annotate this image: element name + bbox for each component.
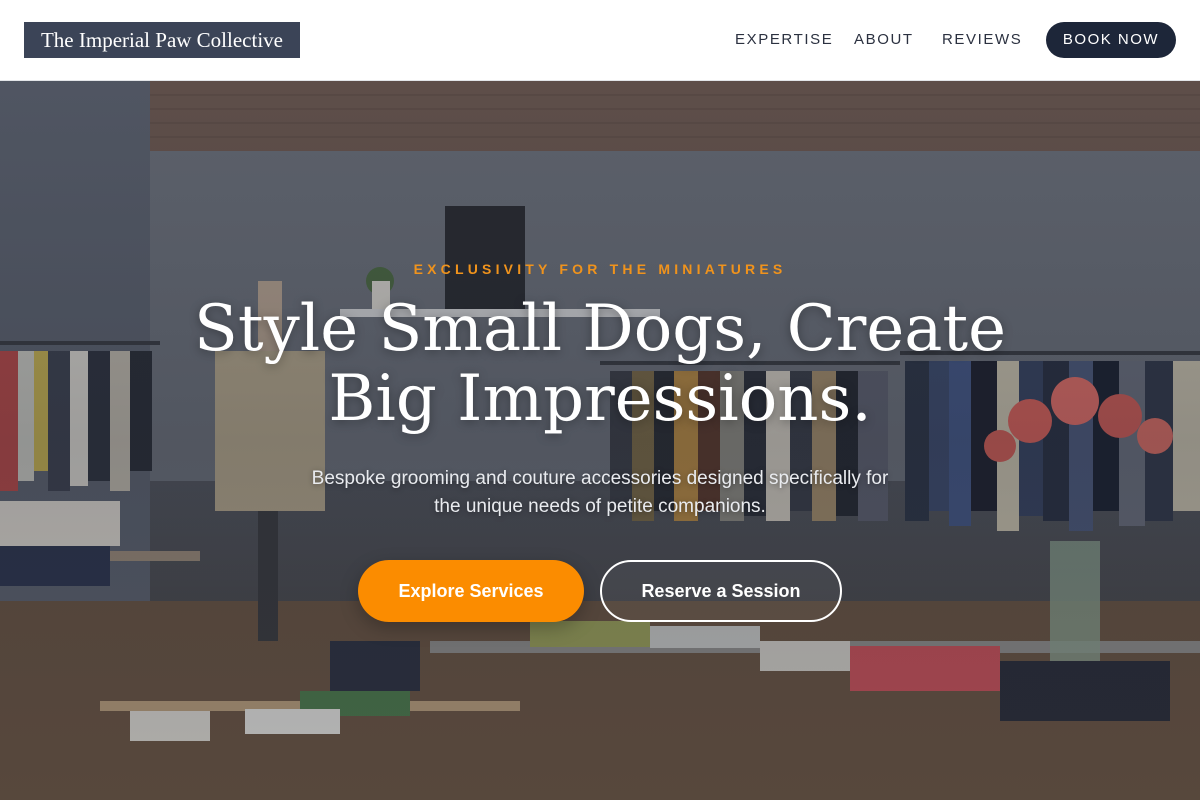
site-header: The Imperial Paw Collective EXPERTISE AB… xyxy=(0,0,1200,81)
hero-subtitle-line1: Bespoke grooming and couture accessories… xyxy=(311,468,889,489)
brand-logo[interactable]: The Imperial Paw Collective xyxy=(24,22,300,58)
book-now-button[interactable]: BOOK NOW xyxy=(1046,22,1176,58)
hero-subtitle: Bespoke grooming and couture accessories… xyxy=(250,465,950,521)
hero-subtitle-line2: the unique needs of petite companions. xyxy=(434,496,766,517)
hero-section: EXCLUSIVITY FOR THE MINIATURES Style Sma… xyxy=(0,81,1200,800)
hero-headline-line2: Big Impressions. xyxy=(328,362,872,436)
hero-eyebrow: EXCLUSIVITY FOR THE MINIATURES xyxy=(413,261,787,277)
nav-link-expertise[interactable]: EXPERTISE xyxy=(735,31,833,48)
reserve-session-button[interactable]: Reserve a Session xyxy=(600,560,842,622)
hero-dark-overlay xyxy=(0,81,1200,800)
nav-link-reviews[interactable]: REVIEWS xyxy=(942,31,1022,48)
explore-services-button[interactable]: Explore Services xyxy=(358,560,584,622)
hero-headline-line1: Style Small Dogs, Create xyxy=(194,292,1006,366)
hero-headline: Style Small Dogs, Create Big Impressions… xyxy=(150,294,1050,434)
nav-link-about[interactable]: ABOUT xyxy=(854,31,914,48)
